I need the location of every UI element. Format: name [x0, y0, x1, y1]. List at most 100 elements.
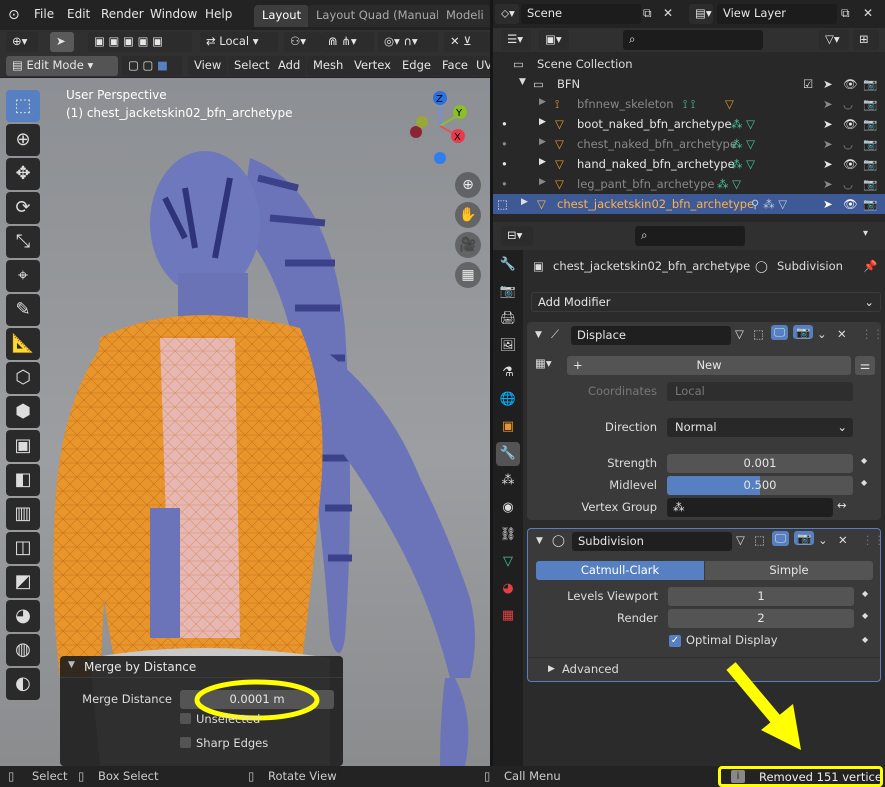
- texture-browse-icon[interactable]: ⚌: [855, 356, 875, 375]
- select-arrow-icon[interactable]: ➤: [823, 197, 833, 211]
- menu-window[interactable]: Window: [150, 7, 197, 21]
- proportional-edit-icon[interactable]: ◎▾ ∩▾: [378, 32, 438, 52]
- catmull-clark-button[interactable]: Catmull-Clark: [536, 561, 704, 580]
- knife-tool[interactable]: ◫: [6, 532, 40, 564]
- render-levels-field[interactable]: 2: [668, 609, 854, 628]
- expand-arrow-icon[interactable]: ▶: [539, 177, 546, 187]
- properties-search-input[interactable]: ⌕: [635, 226, 745, 246]
- properties-editor-icon[interactable]: ⊟▾: [501, 226, 533, 246]
- tab-layout[interactable]: Layout: [254, 5, 310, 27]
- editor-type-button[interactable]: ⊕▾: [6, 32, 38, 52]
- scale-tool[interactable]: ⤡: [6, 226, 40, 258]
- display-mode-icon[interactable]: ▣▾: [539, 30, 569, 50]
- menu-file[interactable]: File: [34, 7, 54, 21]
- eye-icon[interactable]: 👁: [843, 157, 858, 171]
- bevel-tool[interactable]: ◧: [6, 464, 40, 496]
- camera-icon[interactable]: 📷: [863, 197, 877, 211]
- output-tab-icon[interactable]: 🖨: [496, 307, 520, 331]
- scene-editor-icon[interactable]: ⬦▾: [495, 4, 519, 24]
- menu-view[interactable]: View: [188, 56, 228, 76]
- select-arrow-icon[interactable]: ➤: [823, 117, 833, 131]
- chevron-down-icon[interactable]: ⌄: [818, 533, 828, 547]
- menu-add[interactable]: Add: [272, 56, 307, 76]
- rotate-tool[interactable]: ⟳: [6, 192, 40, 224]
- outliner-editor-icon[interactable]: ☰▾: [501, 30, 531, 50]
- select-box-tool[interactable]: ⬚: [6, 90, 40, 122]
- expand-arrow-icon[interactable]: ▶: [521, 197, 528, 207]
- cage-toggle-icon[interactable]: ⬚: [754, 533, 765, 547]
- eye-closed-icon[interactable]: ◡: [843, 177, 853, 191]
- keyframe-dot-icon[interactable]: ◆: [862, 611, 868, 620]
- texture-tab-icon[interactable]: ▦: [496, 604, 520, 628]
- expand-arrow-icon[interactable]: ▶: [539, 137, 546, 147]
- filter-icon[interactable]: ▽▾: [819, 30, 849, 50]
- outliner-row-active-object[interactable]: ⬚ ▶ ▽ chest_jacketskin02_bfn_archetype ⚲…: [493, 194, 885, 214]
- select-mode-icons[interactable]: ▣ ▣ ▣ ▣ ▣: [88, 32, 192, 52]
- add-cube-tool[interactable]: ⬡: [6, 362, 40, 394]
- camera-icon[interactable]: 📷: [863, 157, 877, 171]
- levels-viewport-field[interactable]: 1: [668, 587, 854, 606]
- menu-uv[interactable]: UV: [474, 56, 490, 76]
- select-arrow-icon[interactable]: ➤: [823, 97, 833, 111]
- camera-icon[interactable]: 📷: [863, 117, 877, 131]
- object-tab-icon[interactable]: ▣: [496, 415, 520, 439]
- edit-mode-toggle-icon[interactable]: ▽: [735, 327, 744, 341]
- eye-closed-icon[interactable]: ◡: [843, 137, 853, 151]
- eye-icon[interactable]: 👁: [843, 77, 858, 91]
- expand-arrow-icon[interactable]: ▶: [548, 664, 555, 674]
- render-tab-icon[interactable]: 📷: [496, 280, 520, 304]
- scene-selector[interactable]: Scene: [521, 4, 641, 24]
- keyframe-dot-icon[interactable]: ◆: [862, 635, 868, 644]
- keyframe-dot-icon[interactable]: ◆: [861, 456, 867, 465]
- add-modifier-dropdown[interactable]: Add Modifier ⌄: [531, 292, 881, 312]
- menu-edge[interactable]: Edge: [396, 56, 437, 76]
- edit-mode-toggle-icon[interactable]: ▽: [736, 533, 745, 547]
- modifier-tab-icon[interactable]: 🔧: [496, 442, 520, 466]
- view-layer-icon[interactable]: ▤▾: [689, 4, 713, 24]
- texture-checker-icon[interactable]: ▦▾: [535, 356, 552, 370]
- transform-tool[interactable]: ⌖: [6, 260, 40, 292]
- select-arrow-icon[interactable]: ➤: [823, 177, 833, 191]
- mirror-icons[interactable]: ✕ ⊻: [444, 32, 490, 52]
- drag-handle-icon[interactable]: ⋮⋮: [862, 533, 885, 547]
- midlevel-slider[interactable]: 0.500: [667, 476, 853, 495]
- data-tab-icon[interactable]: ▽: [496, 550, 520, 574]
- merge-panel-header[interactable]: ▼ Merge by Distance: [60, 656, 343, 678]
- select-cursor-icon[interactable]: ➤: [50, 32, 74, 52]
- delete-scene-icon[interactable]: ✕: [663, 6, 673, 20]
- outliner-search-input[interactable]: ⌕: [623, 30, 763, 50]
- direction-dropdown[interactable]: Normal ⌄: [667, 418, 853, 437]
- sharp-edges-checkbox[interactable]: [180, 737, 191, 748]
- unselected-checkbox[interactable]: [180, 713, 191, 724]
- view-layer-selector[interactable]: View Layer: [717, 4, 837, 24]
- expand-arrow-icon[interactable]: ▶: [539, 97, 546, 107]
- new-texture-button[interactable]: + New: [567, 356, 851, 375]
- options-arrow-icon[interactable]: ▾: [863, 228, 868, 239]
- outliner-row-object[interactable]: • ▶ ▽ boot_naked_bfn_archetype ⁂ ▽ ➤ 👁 📷: [493, 114, 885, 134]
- loop-cut-tool[interactable]: ▥: [6, 498, 40, 530]
- poly-build-tool[interactable]: ◩: [6, 566, 40, 598]
- expand-arrow-icon[interactable]: ▶: [539, 117, 546, 127]
- camera-icon[interactable]: 📷: [863, 97, 877, 111]
- snap-icon[interactable]: ⋒ ⋔▾: [322, 32, 374, 52]
- material-tab-icon[interactable]: ◕: [496, 577, 520, 601]
- edit-mode-icon[interactable]: ⬚: [497, 197, 508, 211]
- outliner-row-bfn[interactable]: ▼ ▭ BFN ☑ ➤ 👁 📷: [493, 74, 885, 94]
- navigation-gizmo[interactable]: Z Y X: [408, 88, 478, 168]
- constraints-tab-icon[interactable]: ⛓: [496, 523, 520, 547]
- close-icon[interactable]: ✕: [838, 533, 848, 547]
- extrude-tool[interactable]: ⬢: [6, 396, 40, 428]
- expand-arrow-icon[interactable]: ▶: [539, 157, 546, 167]
- tab-modeling[interactable]: Modeli: [438, 5, 490, 27]
- render-toggle-icon[interactable]: 📷: [793, 325, 814, 339]
- select-arrow-icon[interactable]: ➤: [823, 77, 833, 91]
- collapse-arrow-icon[interactable]: ▼: [68, 660, 75, 670]
- chevron-down-icon[interactable]: ⌄: [817, 327, 827, 341]
- select-arrow-icon[interactable]: ➤: [823, 157, 833, 171]
- collapse-arrow-icon[interactable]: ▼: [536, 536, 543, 546]
- pan-hand-icon[interactable]: ✋: [455, 202, 481, 228]
- measure-tool[interactable]: 📐: [6, 328, 40, 360]
- move-tool[interactable]: ✥: [6, 158, 40, 190]
- displace-name-field[interactable]: Displace: [571, 326, 731, 345]
- collapse-arrow-icon[interactable]: ▼: [535, 330, 542, 340]
